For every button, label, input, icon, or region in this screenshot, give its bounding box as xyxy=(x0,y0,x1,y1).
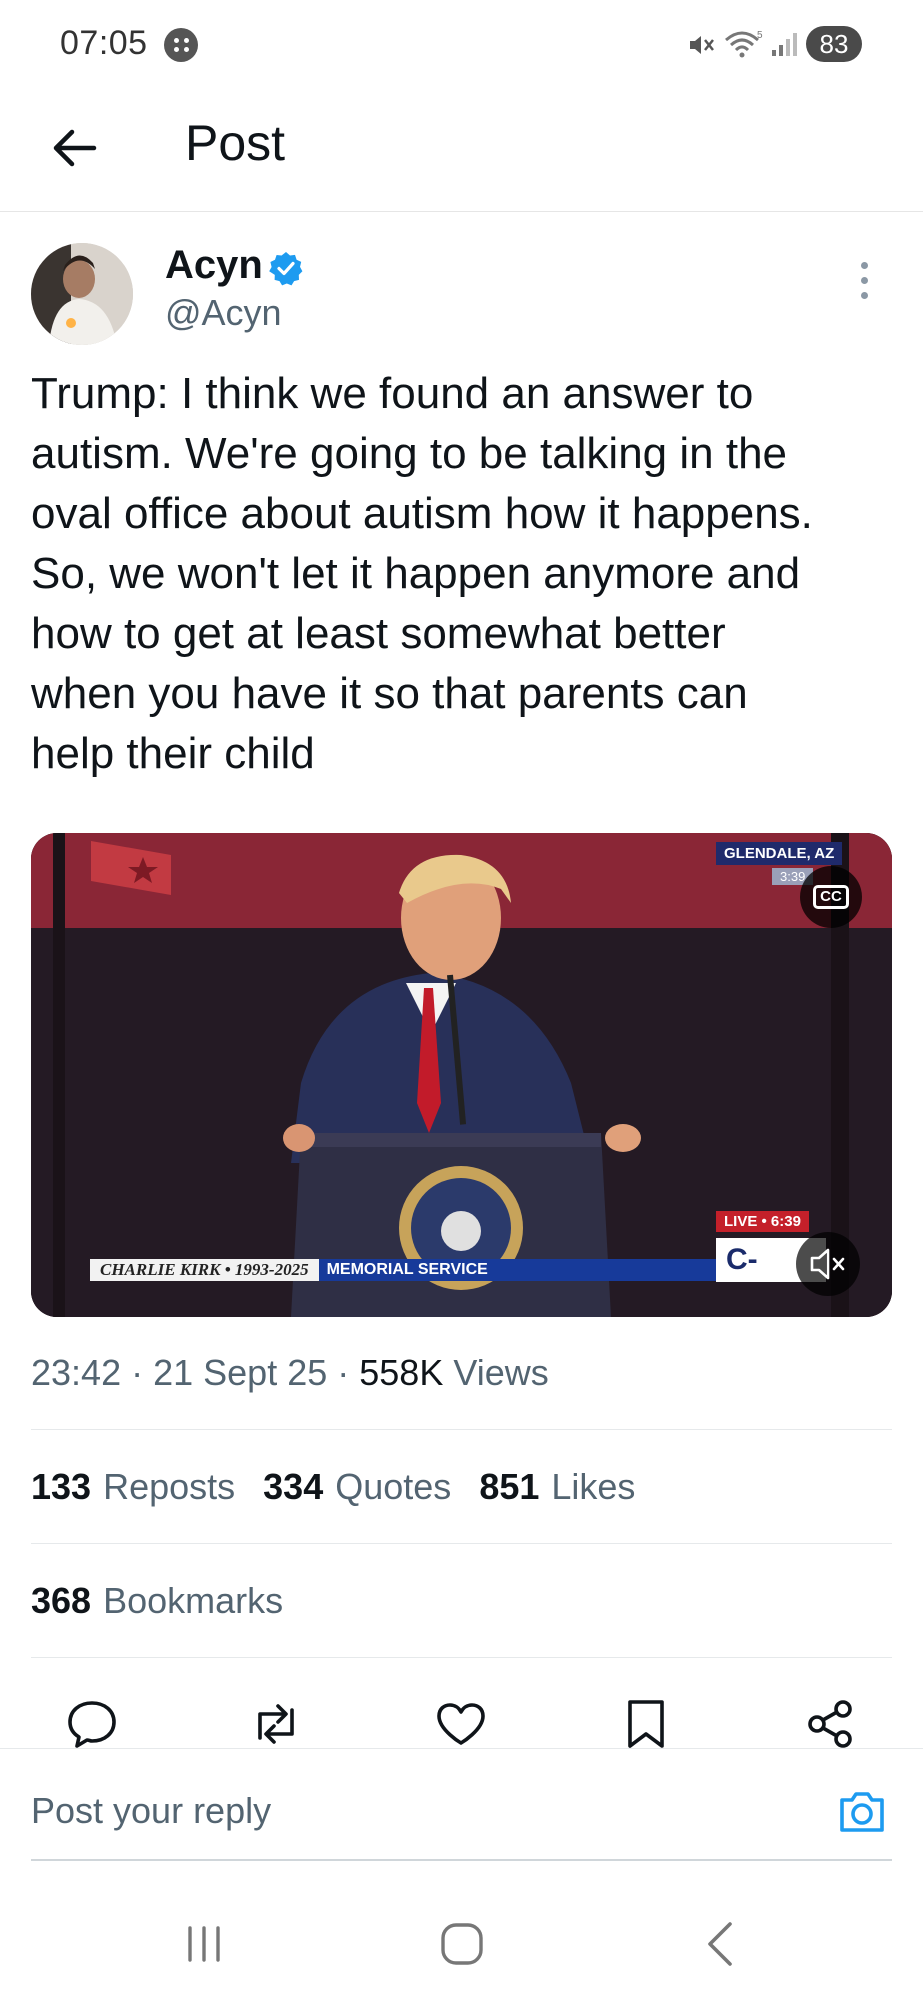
post-timestamp-views: 23:42 · 21 Sept 25 · 558K Views xyxy=(31,1352,549,1394)
views-count: 558K xyxy=(359,1352,444,1393)
repost-icon[interactable] xyxy=(248,1696,304,1752)
author-handle[interactable]: @Acyn xyxy=(165,292,282,334)
recent-apps-icon[interactable] xyxy=(174,1914,234,1974)
signal-icon xyxy=(772,33,797,56)
author-name[interactable]: Acyn xyxy=(165,243,263,288)
post-date: 21 Sept 25 xyxy=(153,1352,328,1393)
likes-stat[interactable]: 851 Likes xyxy=(479,1466,635,1508)
verified-badge-icon xyxy=(269,252,303,286)
reposts-stat[interactable]: 133 Reposts xyxy=(31,1466,235,1508)
like-icon[interactable] xyxy=(433,1696,489,1752)
chyron-event: MEMORIAL SERVICE xyxy=(318,1259,720,1281)
chyron-location: GLENDALE, AZ xyxy=(716,842,843,865)
divider xyxy=(31,1429,892,1430)
top-header: Post xyxy=(0,88,923,212)
notification-dot-icon xyxy=(164,28,198,62)
cc-icon: CC xyxy=(813,885,849,909)
status-bar: 07:05 5 83 xyxy=(0,0,923,88)
post-text: Trump: I think we found an answer to aut… xyxy=(31,369,813,778)
svg-text:5: 5 xyxy=(757,30,763,41)
mute-icon xyxy=(690,36,714,54)
back-arrow-icon[interactable] xyxy=(44,118,104,178)
status-time: 07:05 xyxy=(60,24,148,62)
quotes-label: Quotes xyxy=(335,1466,452,1507)
mute-toggle-button[interactable] xyxy=(796,1232,860,1296)
meta-separator: · xyxy=(121,1352,154,1393)
likes-label: Likes xyxy=(551,1466,636,1507)
home-icon[interactable] xyxy=(432,1914,492,1974)
closed-captions-button[interactable]: CC xyxy=(800,866,862,928)
post-detail-screen: 07:05 5 83 Post Acyn @Acyn Trump: I thin… xyxy=(0,0,923,2000)
wifi-icon: 5 xyxy=(725,30,763,58)
page-title: Post xyxy=(185,115,286,171)
camera-icon[interactable] xyxy=(836,1788,888,1836)
more-options-icon[interactable] xyxy=(854,262,874,306)
reposts-count: 133 xyxy=(31,1466,92,1507)
avatar[interactable] xyxy=(31,243,133,345)
share-icon[interactable] xyxy=(802,1696,858,1752)
chyron-live: LIVE • 6:39 xyxy=(716,1211,809,1232)
back-nav-icon[interactable] xyxy=(690,1914,750,1974)
chyron-name: CHARLIE KIRK • 1993-2025 xyxy=(90,1259,319,1281)
reposts-label: Reposts xyxy=(103,1466,236,1507)
bookmarks-stat[interactable]: 368 Bookmarks xyxy=(31,1580,283,1622)
likes-count: 851 xyxy=(479,1466,540,1507)
bookmark-icon[interactable] xyxy=(618,1696,674,1752)
chyron-lower-third: CHARLIE KIRK • 1993-2025 MEMORIAL SERVIC… xyxy=(90,1259,720,1281)
quotes-count: 334 xyxy=(263,1466,324,1507)
reply-input[interactable]: Post your reply xyxy=(31,1790,271,1832)
reply-icon[interactable] xyxy=(64,1696,120,1752)
divider xyxy=(31,1657,892,1658)
system-nav-bar xyxy=(0,1880,923,2000)
bookmarks-count: 368 xyxy=(31,1580,92,1621)
divider xyxy=(31,1543,892,1544)
reply-underline xyxy=(31,1859,892,1861)
quotes-stat[interactable]: 334 Quotes xyxy=(263,1466,451,1508)
engagement-stats: 133 Reposts 334 Quotes 851 Likes xyxy=(31,1466,663,1508)
post-time: 23:42 xyxy=(31,1352,122,1393)
views-label: Views xyxy=(453,1352,549,1393)
battery-indicator: 83 xyxy=(806,26,862,62)
meta-separator: · xyxy=(327,1352,360,1393)
speaker-muted-icon xyxy=(810,1248,845,1280)
bookmarks-label: Bookmarks xyxy=(103,1580,284,1621)
